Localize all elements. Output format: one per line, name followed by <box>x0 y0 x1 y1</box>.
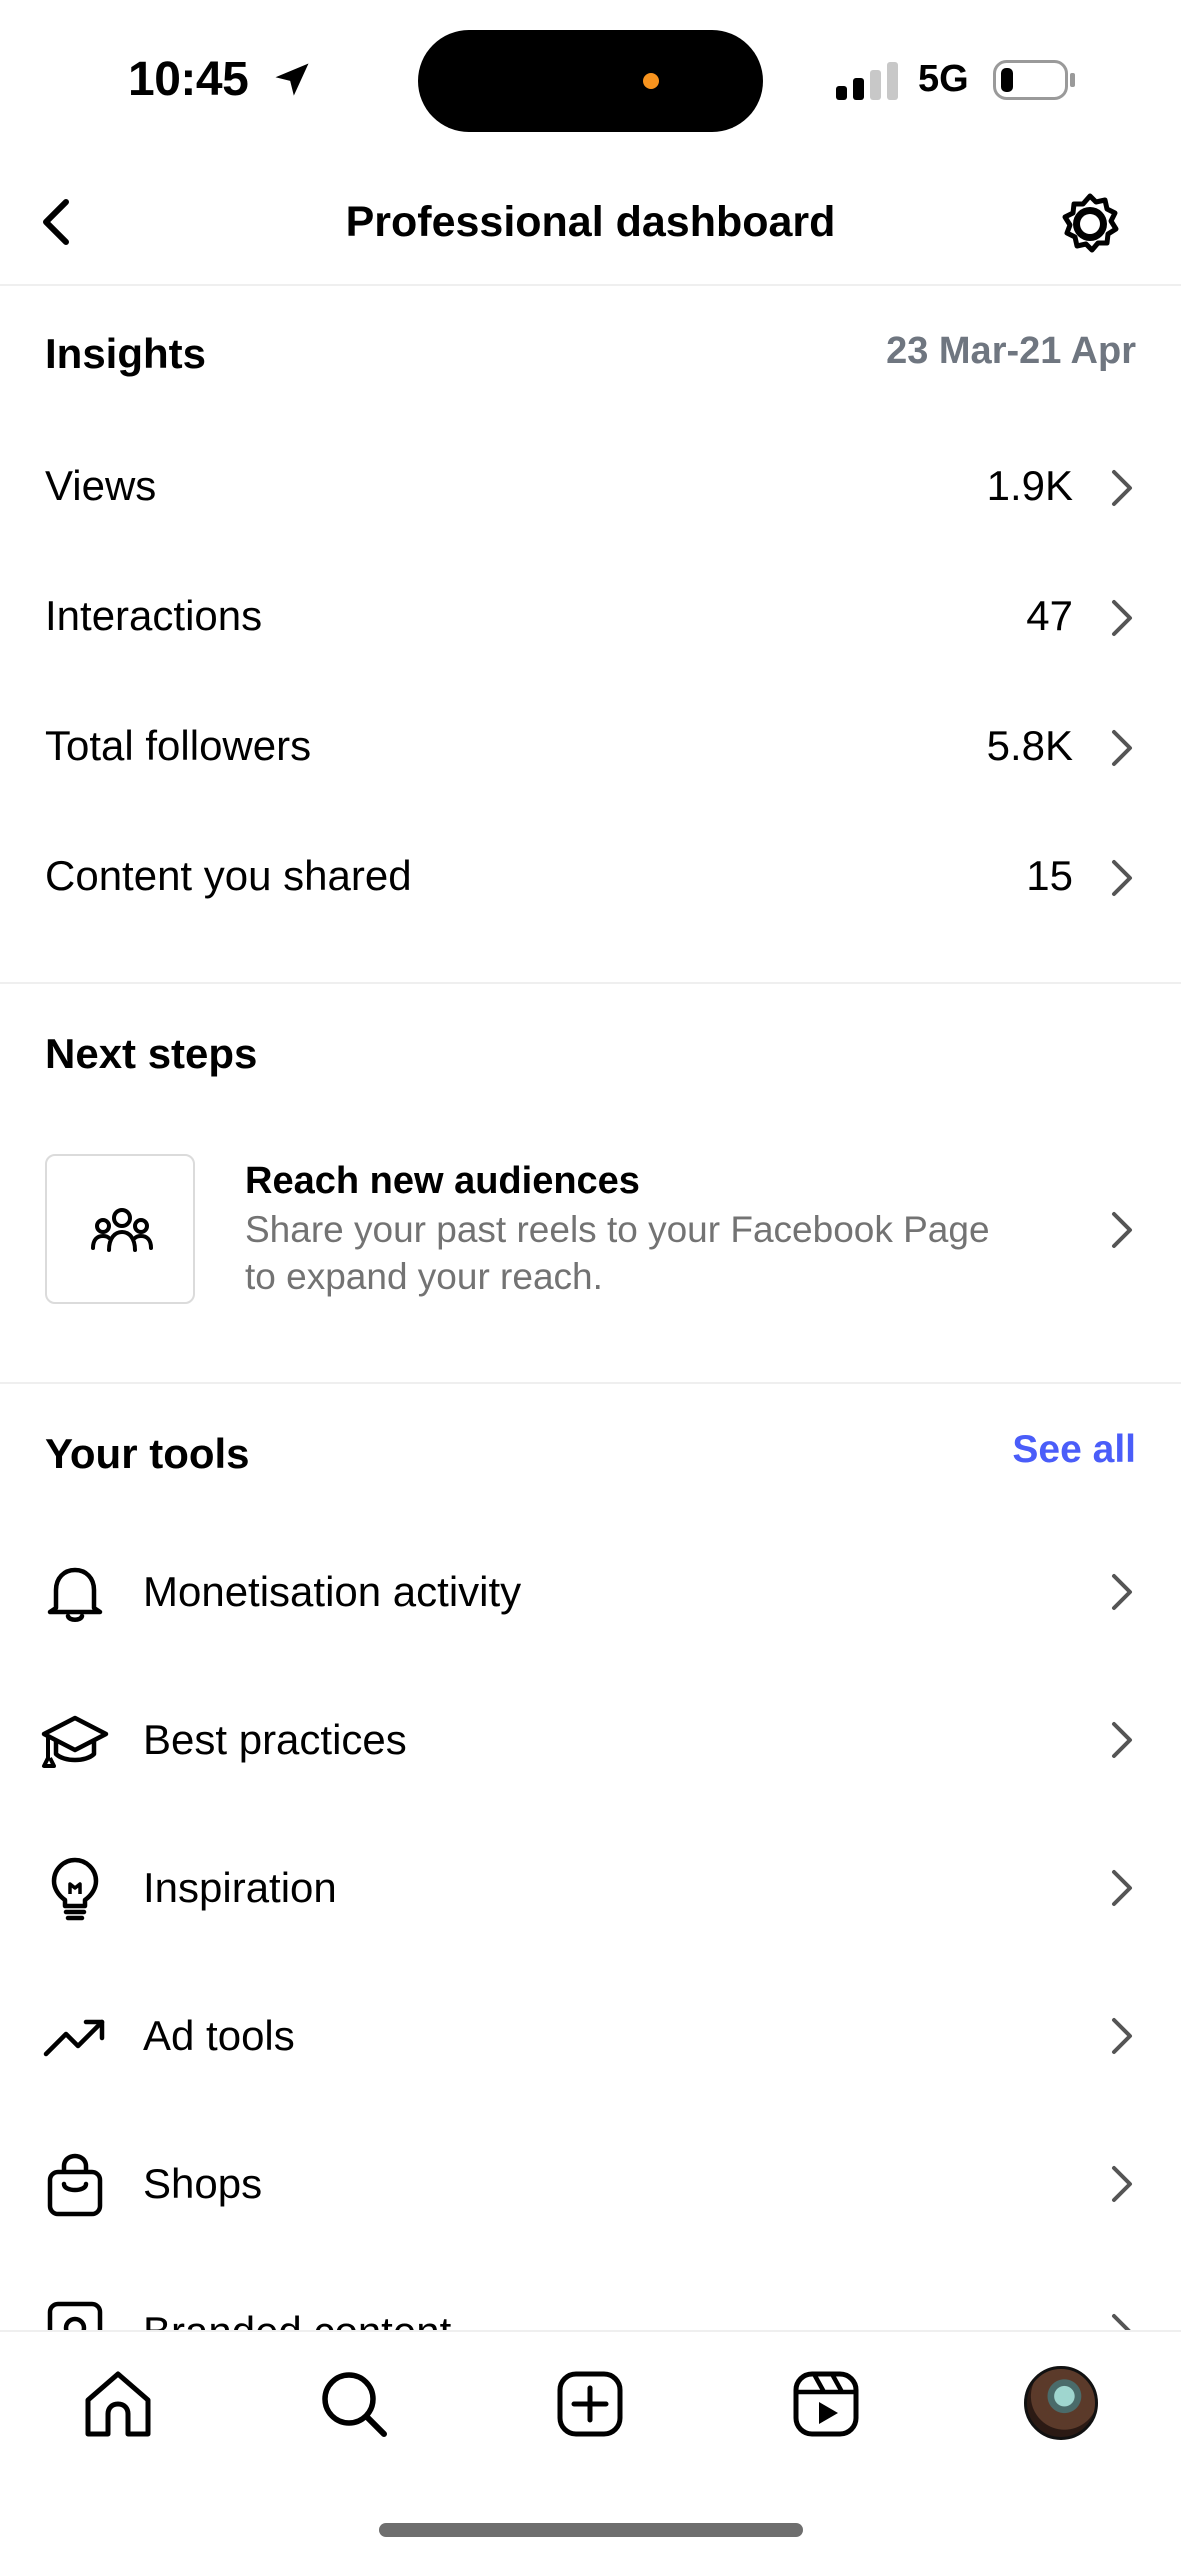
graduation-cap-icon <box>41 1715 109 1768</box>
chevron-right-icon <box>1112 1212 1132 1248</box>
chevron-right-icon <box>1112 730 1132 766</box>
step-title: Reach new audiences <box>245 1160 640 1202</box>
tool-label: Best practices <box>143 1716 407 1763</box>
insights-date-range[interactable]: 23 Mar-21 Apr <box>886 330 1136 373</box>
insights-heading: Insights <box>45 330 207 377</box>
page-title: Professional dashboard <box>345 198 836 246</box>
chevron-right-icon <box>1112 860 1132 896</box>
your-tools-heading: Your tools <box>45 1430 250 1477</box>
insight-value: 1.9K <box>986 462 1073 509</box>
insight-value: 47 <box>1026 592 1073 639</box>
tool-label: Monetisation activity <box>143 1568 522 1615</box>
step-description: Share your past reels to your Facebook P… <box>245 1209 990 1297</box>
top-navigation-bar: Professional dashboard <box>0 160 1181 286</box>
insight-value: 5.8K <box>986 722 1073 769</box>
chevron-right-icon <box>1112 1870 1132 1906</box>
tool-label: Shops <box>143 2160 263 2207</box>
status-bar: 10:45 5G <box>0 0 1181 160</box>
chevron-right-icon <box>1112 1722 1132 1758</box>
tool-item-monetisation[interactable]: Monetisation activity <box>0 1518 1181 1666</box>
location-arrow-icon <box>275 63 309 96</box>
tool-label: Inspiration <box>143 1864 337 1911</box>
status-time: 10:45 <box>128 53 249 106</box>
chevron-right-icon <box>1112 600 1132 636</box>
people-group-icon <box>91 1208 153 1252</box>
chevron-right-icon <box>1112 2166 1132 2202</box>
network-type: 5G <box>918 58 969 100</box>
see-all-link[interactable]: See all <box>1012 1428 1136 1472</box>
chevron-right-icon <box>1112 1574 1132 1610</box>
tool-item-inspiration[interactable]: Inspiration <box>0 1814 1181 1962</box>
chevron-right-icon <box>1112 470 1132 506</box>
insight-value: 15 <box>1026 852 1073 899</box>
create-plus-icon[interactable] <box>550 2364 630 2444</box>
insight-row-interactions[interactable]: Interactions 47 <box>0 554 1181 674</box>
signal-icon <box>836 62 898 100</box>
insight-label: Views <box>45 462 157 509</box>
reels-icon[interactable] <box>786 2364 866 2444</box>
search-icon[interactable] <box>314 2364 394 2444</box>
chevron-right-icon <box>1112 2018 1132 2054</box>
next-step-card[interactable]: Reach new audiences Share your past reel… <box>0 1140 1181 1320</box>
settings-gear-icon[interactable] <box>1058 192 1122 256</box>
insight-label: Interactions <box>45 592 263 639</box>
home-icon[interactable] <box>78 2364 158 2444</box>
insight-row-views[interactable]: Views 1.9K <box>0 424 1181 544</box>
insight-row-total-followers[interactable]: Total followers 5.8K <box>0 684 1181 804</box>
trending-up-icon <box>43 2019 105 2057</box>
tool-item-ad-tools[interactable]: Ad tools <box>0 1962 1181 2110</box>
lightbulb-icon <box>51 1857 99 1921</box>
insight-label: Total followers <box>45 722 312 769</box>
insight-row-content-shared[interactable]: Content you shared 15 <box>0 814 1181 934</box>
section-divider <box>0 982 1181 984</box>
tool-label: Ad tools <box>143 2012 295 2059</box>
profile-avatar[interactable] <box>1024 2366 1098 2440</box>
section-divider <box>0 1382 1181 1384</box>
tool-item-best-practices[interactable]: Best practices <box>0 1666 1181 1814</box>
battery-icon <box>993 60 1075 100</box>
shopping-bag-icon <box>47 2153 103 2217</box>
insight-label: Content you shared <box>45 852 412 899</box>
next-steps-heading: Next steps <box>45 1030 258 1077</box>
home-indicator <box>379 2523 803 2537</box>
dynamic-island <box>418 30 763 132</box>
tool-item-shops[interactable]: Shops <box>0 2110 1181 2258</box>
step-icon-box <box>45 1154 195 1304</box>
privacy-indicator-dot <box>643 73 659 89</box>
bell-icon <box>47 1567 103 1622</box>
